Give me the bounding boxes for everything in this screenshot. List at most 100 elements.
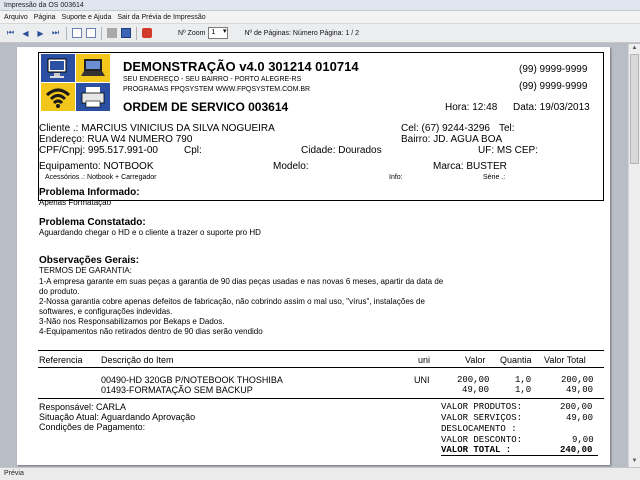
table-bottom-rule bbox=[38, 398, 604, 399]
reported-problem-title: Problema Informado: bbox=[39, 187, 140, 198]
client-cpf: CPF/Cnpj: 995.517.991-00 bbox=[39, 145, 158, 156]
table-row: 00490-HD 320GB P/NOTEBOOK THOSHIBA bbox=[101, 375, 283, 385]
client-tel: Tel: bbox=[499, 123, 515, 134]
item-total: 200,00 bbox=[561, 375, 594, 385]
menu-pagina[interactable]: Página bbox=[34, 11, 56, 23]
toolbar-separator bbox=[66, 26, 67, 40]
scroll-up-icon[interactable]: ▲ bbox=[630, 45, 639, 53]
client-state-zip: UF: MS CEP: bbox=[478, 145, 539, 156]
table-row: 01493-FORMATAÇÃO SEM BACKUP bbox=[101, 385, 253, 395]
grand-total-value: 240,00 bbox=[560, 445, 593, 455]
item-quantity: 1,0 bbox=[515, 385, 532, 395]
total-products-label: VALOR PRODUTOS: bbox=[441, 402, 523, 412]
last-page-icon[interactable]: ⏭ bbox=[50, 28, 61, 39]
pages-label: Nº de Páginas: Número Página: 1 / 2 bbox=[244, 29, 360, 37]
laptop-icon bbox=[76, 54, 110, 82]
client-address: Endereço: RUA W4 NUMERO 790 bbox=[39, 134, 193, 145]
observation-line: 1-A empresa garante em suas peças a gara… bbox=[39, 277, 444, 286]
zoom-select[interactable]: 1 bbox=[208, 27, 229, 39]
col-header-total: Valor Total bbox=[544, 355, 586, 365]
menu-sair-previa[interactable]: Sair da Prévia de Impressão bbox=[117, 11, 205, 23]
computer-icon bbox=[41, 54, 75, 82]
close-preview-icon[interactable] bbox=[142, 28, 152, 38]
observation-line: 4-Equipamentos não retirados dentro de 9… bbox=[39, 327, 263, 336]
total-services-label: VALOR SERVIÇOS: bbox=[441, 413, 523, 423]
item-description: 01493-FORMATAÇÃO SEM BACKUP bbox=[101, 385, 253, 395]
observation-line: 2-Nossa garantia cobre apenas defeitos d… bbox=[39, 297, 425, 306]
equipment: Equipamento: NOTBOOK bbox=[39, 161, 154, 172]
col-header-description: Descrição do Item bbox=[101, 355, 174, 365]
order-time: Hora: 12:48 bbox=[445, 102, 498, 113]
found-problem: Aguardando chegar o HD e o cliente a tra… bbox=[39, 228, 261, 237]
grand-total-rule bbox=[441, 455, 598, 456]
prev-page-icon[interactable]: ◀ bbox=[20, 28, 31, 39]
client-cpl: Cpl: bbox=[184, 145, 202, 156]
equipment-model: Modelo: bbox=[273, 161, 309, 172]
company-phone-1: (99) 9999-9999 bbox=[519, 64, 588, 75]
col-header-reference: Referencia bbox=[39, 355, 83, 365]
next-page-icon[interactable]: ▶ bbox=[35, 28, 46, 39]
current-status: Situação Atual: Aguardando Aprovação bbox=[39, 412, 196, 422]
table-header-rule bbox=[38, 367, 604, 368]
first-page-icon[interactable]: ⏮ bbox=[5, 28, 16, 39]
menu-arquivo[interactable]: Arquivo bbox=[4, 11, 28, 23]
order-title: ORDEM DE SERVICO 003614 bbox=[123, 100, 289, 114]
company-address: SEU ENDEREÇO - SEU BAIRRO - PORTO ALEGRE… bbox=[123, 76, 302, 83]
print-icon[interactable] bbox=[107, 28, 117, 38]
company-phone-2: (99) 9999-9999 bbox=[519, 81, 588, 92]
item-value: 200,00 bbox=[457, 375, 490, 385]
single-page-icon[interactable] bbox=[72, 28, 82, 38]
toolbar-separator bbox=[136, 26, 137, 40]
menu-suporte[interactable]: Suporte e Ajuda bbox=[62, 11, 112, 23]
client-cel: Cel: (67) 9244-3296 bbox=[401, 123, 490, 134]
toolbar-separator bbox=[101, 26, 102, 40]
total-products-value: 200,00 bbox=[560, 402, 593, 412]
printer-icon bbox=[76, 83, 110, 111]
item-quantity: 1,0 bbox=[515, 375, 532, 385]
scroll-down-icon[interactable]: ▼ bbox=[630, 458, 639, 466]
equipment-info: Info: bbox=[389, 174, 403, 181]
status-bar: Prévia bbox=[0, 467, 640, 480]
client-name: Cliente .: MARCIUS VINICIUS DA SILVA NOG… bbox=[39, 123, 275, 134]
observation-line: TERMOS DE GARANTIA: bbox=[39, 266, 132, 275]
company-logo bbox=[41, 54, 111, 112]
travel-label: DESLOCAMENTO : bbox=[441, 424, 517, 434]
reported-problem: Apenas Formataçao bbox=[39, 198, 112, 207]
window-title: Impressão da OS 003614 bbox=[0, 0, 640, 11]
found-problem-title: Problema Constatado: bbox=[39, 217, 146, 228]
total-services-value: 49,00 bbox=[566, 413, 594, 423]
order-date: Data: 19/03/2013 bbox=[513, 102, 590, 113]
company-site: PROGRAMAS FPQSYSTEM WWW.FPQSYSTEM.COM.BR bbox=[123, 86, 311, 93]
table-top-rule bbox=[38, 350, 604, 351]
vertical-scrollbar[interactable]: ▲ ▼ bbox=[628, 44, 640, 467]
toolbar: ⏮ ◀ ▶ ⏭ Nº Zoom 1 Nº de Páginas: Número … bbox=[0, 24, 640, 43]
col-header-value: Valor bbox=[465, 355, 486, 365]
discount-label: VALOR DESCONTO: bbox=[441, 435, 523, 445]
grand-total-label: VALOR TOTAL : bbox=[441, 445, 512, 455]
item-value: 49,00 bbox=[462, 385, 490, 395]
equipment-brand: Marca: BUSTER bbox=[433, 161, 507, 172]
item-unit: UNI bbox=[414, 375, 430, 385]
observation-line: softwares, e configurações indevidas. bbox=[39, 307, 173, 316]
scroll-thumb[interactable] bbox=[630, 54, 639, 164]
item-description: 00490-HD 320GB P/NOTEBOOK THOSHIBA bbox=[101, 375, 283, 385]
col-header-quantity: Quantia bbox=[500, 355, 532, 365]
page-width-icon[interactable] bbox=[86, 28, 96, 38]
equipment-serial: Série .: bbox=[483, 174, 506, 181]
print-preview-page: DEMONSTRAÇÃO v4.0 301214 010714 SEU ENDE… bbox=[17, 47, 610, 465]
payment-terms: Condições de Pagamento: bbox=[39, 422, 146, 432]
client-district: Bairro: JD. AGUA BOA bbox=[401, 134, 503, 145]
responsible: Responsável: CARLA bbox=[39, 402, 127, 412]
observations-title: Observações Gerais: bbox=[39, 255, 140, 266]
col-header-unit: uni bbox=[418, 355, 431, 365]
observation-line: 3-Não nos Responsabilizamos por Bekaps e… bbox=[39, 317, 225, 326]
client-city: Cidade: Dourados bbox=[301, 145, 382, 156]
equipment-accessories: Acessórios .: Notbook + Carregador bbox=[45, 174, 157, 181]
item-total: 49,00 bbox=[566, 385, 594, 395]
discount-value: 9,00 bbox=[572, 435, 594, 445]
company-title: DEMONSTRAÇÃO v4.0 301214 010714 bbox=[123, 59, 359, 74]
wifi-icon bbox=[41, 83, 75, 111]
zoom-label: Nº Zoom bbox=[178, 29, 206, 37]
menu-bar: Arquivo Página Suporte e Ajuda Sair da P… bbox=[0, 11, 640, 24]
save-icon[interactable] bbox=[121, 28, 131, 38]
